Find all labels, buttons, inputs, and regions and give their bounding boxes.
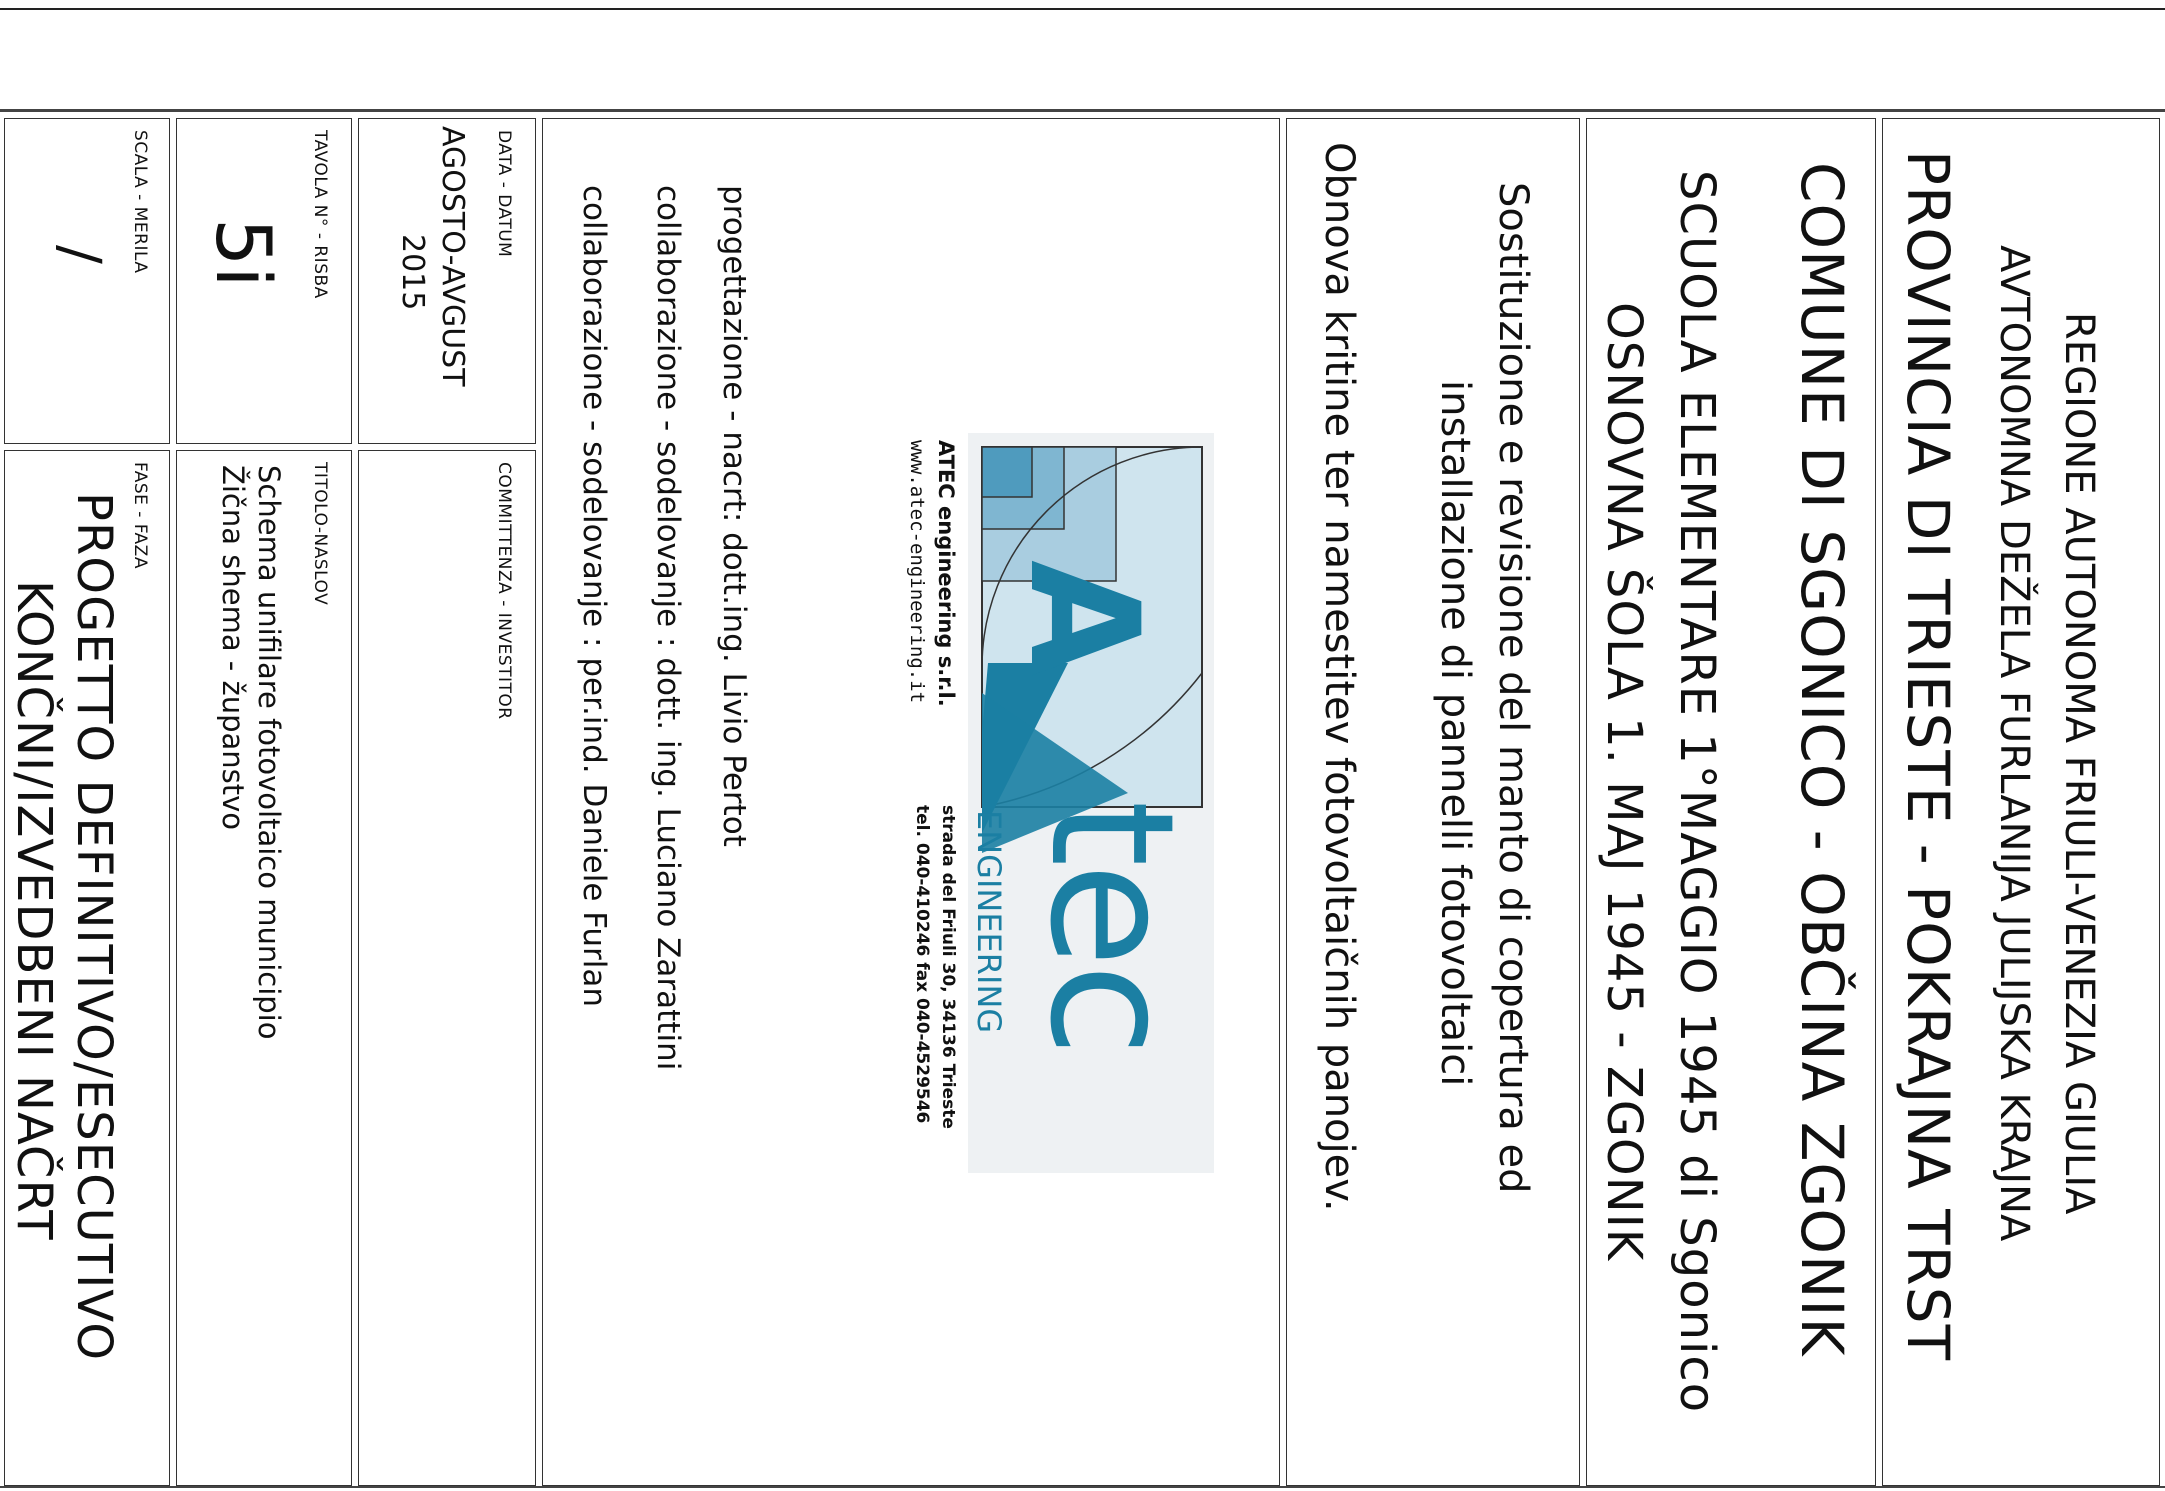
- company-web: www.atec-engineering.it: [906, 440, 928, 704]
- credit-collab-1: collaborazione - sodelovanje : dott. ing…: [650, 185, 686, 1071]
- region-it-text: REGIONE AUTONOMA FRIULI-VENEZIA GIULIA: [2056, 312, 2102, 1215]
- project-title-it-1: Sostituzione e revisione del manto di co…: [1490, 182, 1536, 1194]
- drawing-title-value-1: Schema unifilare fotovoltaico municipio: [252, 465, 286, 1040]
- credit-design: progettazione - nacrt: dott.ing. Livio P…: [716, 185, 752, 847]
- scale-label: SCALA - MERILA: [130, 130, 150, 274]
- frame-bottom-rule: [0, 1486, 2165, 1488]
- province-text: PROVINCIA DI TRIESTE - POKRAJNA TRST: [1894, 150, 1962, 1362]
- project-title-it-2: installazione di pannelli fotovoltaici: [1432, 380, 1478, 1087]
- top-rule: [0, 8, 2165, 10]
- date-value-2: 2015: [395, 234, 430, 311]
- phase-value-2: KONČNI/IZVEDBENI NAČRT: [6, 580, 62, 1241]
- municipality-text: COMUNE DI SGONICO - OBČINA ZGONIK: [1788, 162, 1856, 1357]
- phase-value-1: PROGETTO DEFINITIVO/ESECUTIVO: [66, 492, 122, 1361]
- school-sl-text: OSNOVNA ŠOLA 1. MAJ 1945 - ZGONIK: [1596, 302, 1652, 1262]
- school-it-text: SCUOLA ELEMENTARE 1°MAGGIO 1945 di Sgoni…: [1669, 170, 1725, 1414]
- project-title-sl: Obnova kritine ter namestitev fotovoltai…: [1316, 142, 1362, 1212]
- date-value-1: AGOSTO-AVGUST: [435, 126, 470, 387]
- drawing-value: 5i: [199, 218, 288, 288]
- logo-text-engineering: ENGINEERING: [970, 810, 1008, 1034]
- credit-collab-2: collaborazione - sodelovanje : per.ind. …: [576, 185, 612, 1008]
- date-label: DATA - DATUM: [494, 130, 514, 258]
- company-phone: tel. 040-410246 fax 040-4529546: [912, 805, 932, 1124]
- client-label: COMMITTENZA - INVESTITOR: [494, 462, 514, 720]
- drawing-title-label: TITOLO-NASLOV: [310, 462, 330, 606]
- logo-text-tec: tec: [1012, 800, 1210, 1053]
- company-address: strada del Friuli 30, 34136 Trieste: [938, 805, 958, 1129]
- company-name: ATEC engineering s.r.l.: [934, 440, 958, 707]
- frame-top-rule: [0, 109, 2165, 112]
- scale-value: /: [47, 245, 112, 264]
- region-sl-text: AVTONOMNA DEŽELA FURLANIJA JULIJSKA KRAJ…: [1991, 245, 2037, 1242]
- logo-letter-a: A: [996, 560, 1170, 677]
- drawing-label: TAVOLA N° - RISBA: [310, 130, 330, 299]
- drawing-title-value-2: Žična shema - županstvo: [216, 465, 250, 831]
- phase-label: FASE - FAZA: [130, 462, 150, 569]
